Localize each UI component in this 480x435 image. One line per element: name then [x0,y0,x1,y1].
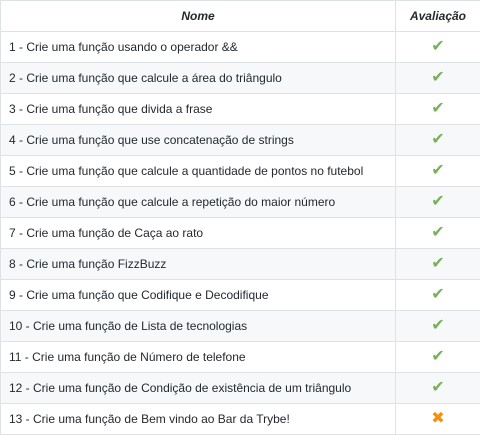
table-row: 2 - Crie uma função que calcule a área d… [1,63,480,94]
table-row: 12 - Crie uma função de Condição de exis… [1,373,480,404]
header-evaluation: Avaliação [396,1,480,32]
requirement-name: 1 - Crie uma função usando o operador && [1,32,396,63]
header-row: Nome Avaliação [1,1,480,32]
table-row: 6 - Crie uma função que calcule a repeti… [1,187,480,218]
table-row: 3 - Crie uma função que divida a frase ✔ [1,94,480,125]
requirement-name: 10 - Crie uma função de Lista de tecnolo… [1,311,396,342]
table-row: 8 - Crie uma função FizzBuzz ✔ [1,249,480,280]
requirement-name: 7 - Crie uma função de Caça ao rato [1,218,396,249]
table-header: Nome Avaliação [1,1,480,32]
table-row: 5 - Crie uma função que calcule a quanti… [1,156,480,187]
check-mark-icon: ✔ [431,380,444,396]
requirement-name: 4 - Crie uma função que use concatenação… [1,125,396,156]
evaluation-cell: ✔ [396,94,480,125]
table-row: 11 - Crie uma função de Número de telefo… [1,342,480,373]
table-body: 1 - Crie uma função usando o operador &&… [1,32,480,435]
requirement-name: 2 - Crie uma função que calcule a área d… [1,63,396,94]
requirement-name: 11 - Crie uma função de Número de telefo… [1,342,396,373]
evaluation-cell: ✔ [396,125,480,156]
check-mark-icon: ✔ [431,132,444,148]
evaluation-cell: ✖ [396,404,480,435]
requirement-name: 12 - Crie uma função de Condição de exis… [1,373,396,404]
table-row: 7 - Crie uma função de Caça ao rato ✔ [1,218,480,249]
check-mark-icon: ✔ [431,256,444,272]
evaluation-cell: ✔ [396,156,480,187]
check-mark-icon: ✔ [431,101,444,117]
table-row: 1 - Crie uma função usando o operador &&… [1,32,480,63]
check-mark-icon: ✔ [431,318,444,334]
evaluation-cell: ✔ [396,187,480,218]
check-mark-icon: ✔ [431,349,444,365]
check-mark-icon: ✔ [431,194,444,210]
table-row: 9 - Crie uma função que Codifique e Deco… [1,280,480,311]
evaluation-cell: ✔ [396,373,480,404]
evaluation-cell: ✔ [396,218,480,249]
requirements-table: Nome Avaliação 1 - Crie uma função usand… [0,0,480,435]
table-row: 4 - Crie uma função que use concatenação… [1,125,480,156]
check-mark-icon: ✔ [431,39,444,55]
evaluation-cell: ✔ [396,280,480,311]
requirement-name: 5 - Crie uma função que calcule a quanti… [1,156,396,187]
requirement-name: 6 - Crie uma função que calcule a repeti… [1,187,396,218]
check-mark-icon: ✔ [431,225,444,241]
requirement-name: 13 - Crie uma função de Bem vindo ao Bar… [1,404,396,435]
cross-mark-icon: ✖ [431,411,444,427]
header-name: Nome [1,1,396,32]
requirement-name: 8 - Crie uma função FizzBuzz [1,249,396,280]
evaluation-cell: ✔ [396,63,480,94]
evaluation-cell: ✔ [396,342,480,373]
evaluation-cell: ✔ [396,311,480,342]
check-mark-icon: ✔ [431,163,444,179]
evaluation-cell: ✔ [396,249,480,280]
check-mark-icon: ✔ [431,70,444,86]
requirement-name: 9 - Crie uma função que Codifique e Deco… [1,280,396,311]
table-row: 10 - Crie uma função de Lista de tecnolo… [1,311,480,342]
requirement-name: 3 - Crie uma função que divida a frase [1,94,396,125]
evaluation-cell: ✔ [396,32,480,63]
check-mark-icon: ✔ [431,287,444,303]
table-row: 13 - Crie uma função de Bem vindo ao Bar… [1,404,480,435]
